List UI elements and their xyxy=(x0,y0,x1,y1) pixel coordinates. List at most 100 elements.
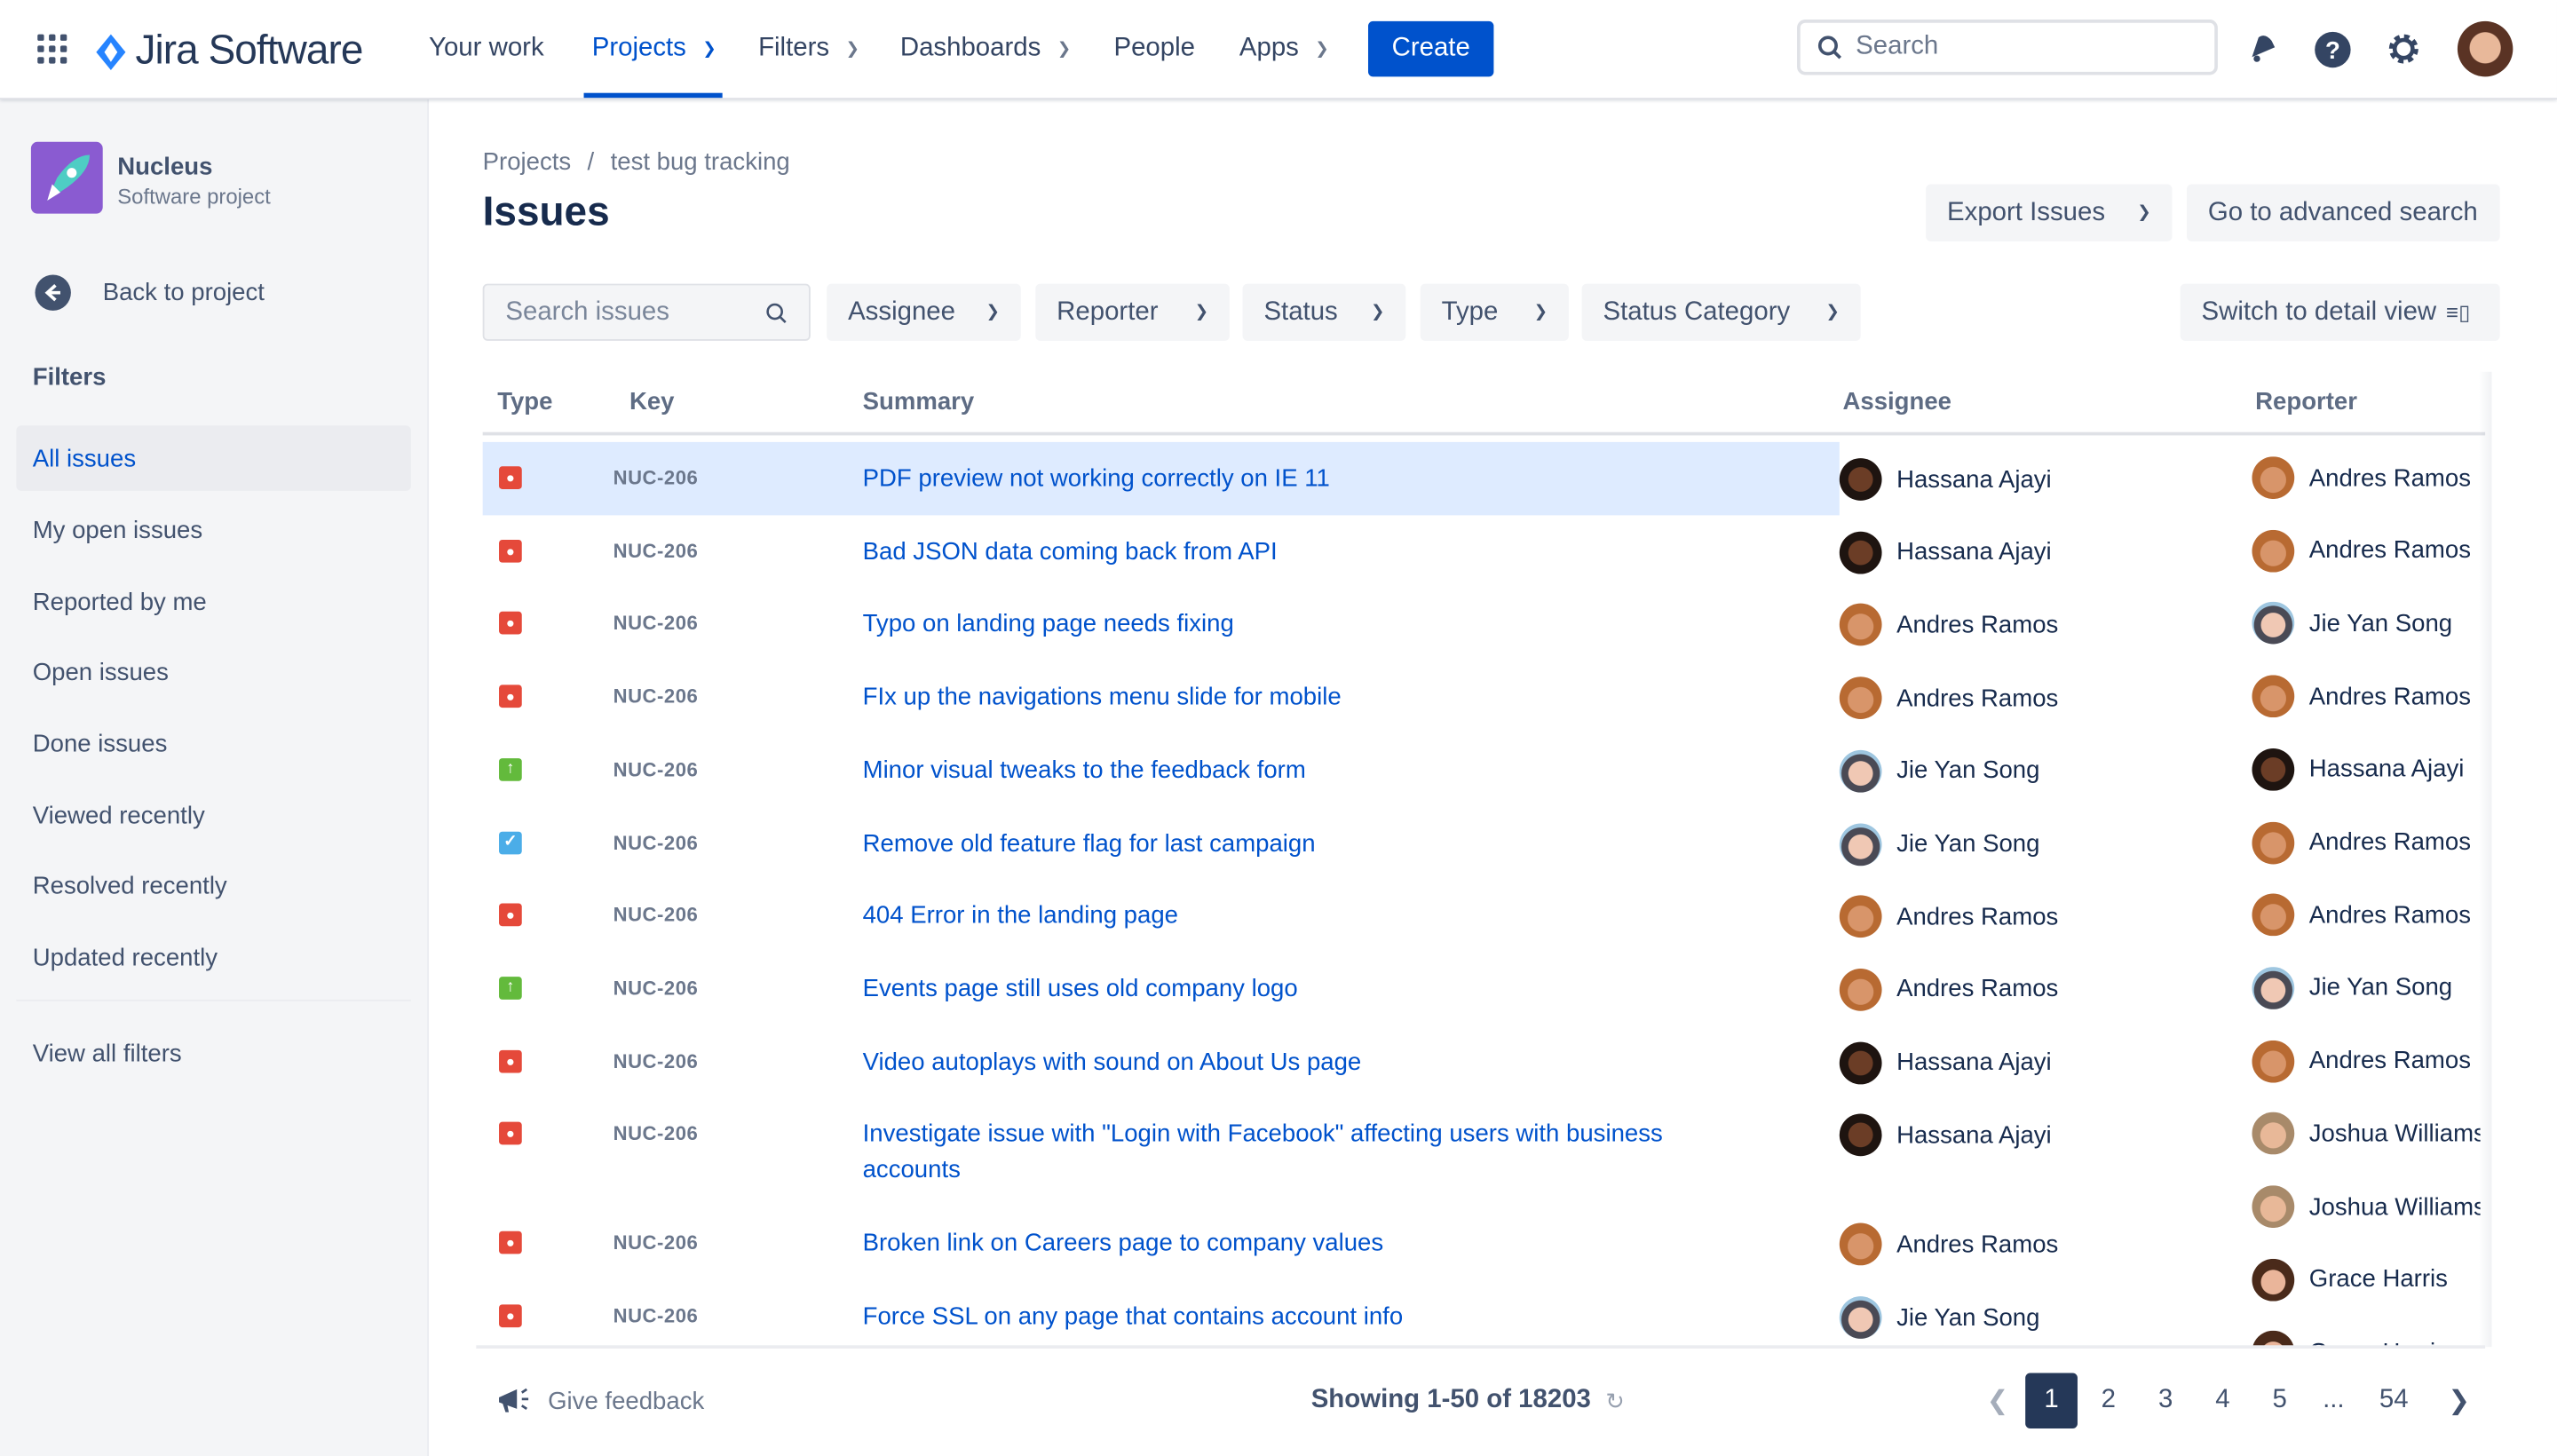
page-5-button[interactable]: 5 xyxy=(2253,1373,2306,1428)
chevron-down-icon: ❯ xyxy=(1370,303,1385,321)
reporter: Jie Yan Song xyxy=(2252,602,2480,645)
assignee: Andres Ramos xyxy=(1839,1223,2058,1266)
avatar xyxy=(2252,456,2295,500)
issue-key[interactable]: NUC-206 xyxy=(614,904,699,927)
assignee: Andres Ramos xyxy=(1839,604,2058,647)
nav-people[interactable]: People xyxy=(1113,0,1195,98)
user-avatar[interactable] xyxy=(2457,20,2513,77)
reporter: Andres Ramos xyxy=(2252,529,2480,573)
nav-projects[interactable]: Projects ❯ xyxy=(592,0,716,98)
next-page-button[interactable]: ❯ xyxy=(2433,1373,2485,1428)
nav-label: Your work xyxy=(429,34,544,62)
issue-key[interactable]: NUC-206 xyxy=(614,1231,699,1254)
issue-key[interactable]: NUC-206 xyxy=(614,1049,699,1072)
global-search-input[interactable]: Search xyxy=(1797,20,2218,75)
assignee: Hassana Ajayi xyxy=(1839,458,2052,501)
nav-your-work[interactable]: Your work xyxy=(429,0,544,98)
create-button[interactable]: Create xyxy=(1367,20,1494,77)
nav-label: Filters xyxy=(758,34,830,62)
assignee: Hassana Ajayi xyxy=(1839,1114,2052,1157)
issue-key[interactable]: NUC-206 xyxy=(614,758,699,781)
column-header-reporter[interactable]: Reporter xyxy=(2255,388,2357,415)
reporter-name: Andres Ramos xyxy=(2308,828,2472,857)
page-1-button[interactable]: 1 xyxy=(2025,1373,2078,1428)
assignee-filter[interactable]: Assignee ❯ xyxy=(827,283,1021,341)
issue-summary-link[interactable]: Video autoplays with sound on About Us p… xyxy=(863,1045,1744,1080)
reporter-name: Joshua Williams xyxy=(2308,1120,2481,1148)
avatar xyxy=(2252,602,2295,645)
issue-key[interactable]: NUC-206 xyxy=(614,1304,699,1327)
assignee-name: Andres Ramos xyxy=(1896,684,2059,712)
issue-summary-link[interactable]: Minor visual tweaks to the feedback form xyxy=(863,753,1744,788)
breadcrumb-projects[interactable]: Projects xyxy=(483,148,572,176)
chevron-down-icon: ❯ xyxy=(1057,39,1072,59)
assignee-name: Hassana Ajayi xyxy=(1896,465,2052,494)
issue-summary-link[interactable]: 404 Error in the landing page xyxy=(863,898,1744,934)
page-3-button[interactable]: 3 xyxy=(2140,1373,2192,1428)
issue-summary-link[interactable]: Typo on landing page needs fixing xyxy=(863,607,1744,643)
issue-summary-link[interactable]: Remove old feature flag for last campaig… xyxy=(863,826,1744,861)
page-54-button[interactable]: 54 xyxy=(2368,1373,2420,1428)
chevron-down-icon: ❯ xyxy=(1533,303,1548,321)
issue-summary-link[interactable]: Broken link on Careers page to company v… xyxy=(863,1227,1744,1262)
column-header-type[interactable]: Type xyxy=(497,388,552,415)
breadcrumb-project[interactable]: test bug tracking xyxy=(611,148,790,176)
assignee-name: Hassana Ajayi xyxy=(1896,1121,2052,1150)
issue-summary-link[interactable]: Investigate issue with "Login with Faceb… xyxy=(863,1118,1744,1190)
issue-summary-link[interactable]: Bad JSON data coming back from API xyxy=(863,534,1744,570)
notifications-icon[interactable] xyxy=(2245,33,2278,66)
column-header-summary[interactable]: Summary xyxy=(863,388,975,415)
export-issues-button[interactable]: Export Issues ❯ xyxy=(1926,184,2173,241)
issue-key[interactable]: NUC-206 xyxy=(614,831,699,854)
column-header-assignee[interactable]: Assignee xyxy=(1842,388,1951,415)
issue-key[interactable]: NUC-206 xyxy=(614,1122,699,1145)
issue-key[interactable]: NUC-206 xyxy=(614,466,699,489)
help-icon[interactable]: ? xyxy=(2314,31,2351,68)
issue-key[interactable]: NUC-206 xyxy=(614,685,699,708)
advanced-search-button[interactable]: Go to advanced search xyxy=(2187,184,2500,241)
page-2-button[interactable]: 2 xyxy=(2082,1373,2134,1428)
issue-key[interactable]: NUC-206 xyxy=(614,539,699,562)
page-4-button[interactable]: 4 xyxy=(2197,1373,2249,1428)
avatar xyxy=(2252,1112,2295,1155)
switch-detail-view-button[interactable]: Switch to detail view ≡▯ xyxy=(2180,283,2500,341)
reporter-name: Hassana Ajayi xyxy=(2308,755,2465,784)
issue-summary-link[interactable]: Force SSL on any page that contains acco… xyxy=(863,1300,1744,1335)
issue-key[interactable]: NUC-206 xyxy=(614,612,699,635)
reporter-name: Andres Ramos xyxy=(2308,901,2472,930)
bug-icon: ● xyxy=(499,1304,522,1328)
issue-summary-link[interactable]: PDF preview not working correctly on IE … xyxy=(863,462,1744,497)
status-category-filter[interactable]: Status Category ❯ xyxy=(1581,283,1861,341)
app-switcher-icon[interactable] xyxy=(37,34,67,64)
showing-text: Showing 1-50 of 18203 xyxy=(1310,1386,1591,1414)
improvement-icon: ↑ xyxy=(499,757,522,781)
assignee-name: Jie Yan Song xyxy=(1896,756,2040,785)
refresh-icon[interactable]: ↻ xyxy=(1605,1387,1625,1414)
previous-page-button[interactable]: ❮ xyxy=(1972,1373,2024,1428)
nav-label: Projects xyxy=(591,34,686,62)
header-divider xyxy=(482,431,2486,436)
issue-summary-link[interactable]: FIx up the navigations menu slide for mo… xyxy=(863,680,1744,716)
avatar xyxy=(2252,1185,2295,1229)
column-header-key[interactable]: Key xyxy=(629,388,675,415)
task-icon: ✓ xyxy=(499,830,522,854)
nav-dashboards[interactable]: Dashboards ❯ xyxy=(900,0,1071,98)
type-filter[interactable]: Type ❯ xyxy=(1420,283,1569,341)
jira-logo[interactable]: Jira Software xyxy=(93,28,363,75)
search-issues-input[interactable]: Search issues xyxy=(482,283,811,341)
assignee: Hassana Ajayi xyxy=(1839,531,2052,574)
assignee-name: Andres Ramos xyxy=(1896,976,2059,1004)
top-navigation: Jira Software Your work Projects ❯ Filter… xyxy=(0,0,2557,100)
status-filter[interactable]: Status ❯ xyxy=(1242,283,1406,341)
give-feedback-link[interactable]: Give feedback xyxy=(495,1384,704,1417)
reporter-filter[interactable]: Reporter ❯ xyxy=(1035,283,1230,341)
nav-apps[interactable]: Apps ❯ xyxy=(1239,0,1329,98)
settings-gear-icon[interactable] xyxy=(2386,31,2421,67)
reporter-name: Grace Harris xyxy=(2308,1265,2448,1294)
filter-label: Status xyxy=(1263,297,1338,326)
issue-summary-link[interactable]: Events page still uses old company logo xyxy=(863,971,1744,1007)
nav-filters[interactable]: Filters ❯ xyxy=(758,0,859,98)
issue-key[interactable]: NUC-206 xyxy=(614,977,699,1000)
back-to-project-link[interactable]: Back to project xyxy=(35,274,265,312)
reporter-name: Andres Ramos xyxy=(2308,682,2472,711)
